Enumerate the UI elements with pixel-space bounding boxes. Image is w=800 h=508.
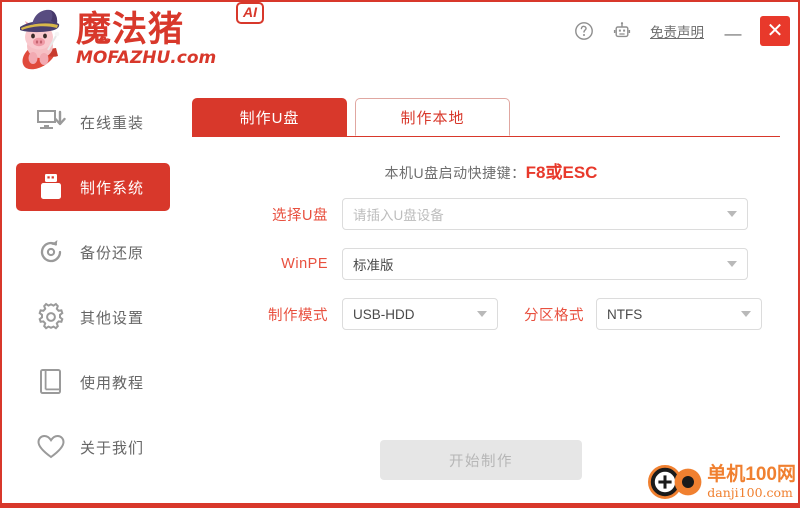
sidebar-item-backup-restore[interactable]: 备份还原 bbox=[16, 228, 170, 276]
minimize-button[interactable]: — bbox=[720, 16, 746, 46]
winpe-select-value: 标准版 bbox=[353, 258, 394, 273]
partition-select-input[interactable]: NTFS bbox=[596, 298, 762, 330]
sidebar: 在线重装 制作系统 备份还原 其他设置 使用教程 关于我们 bbox=[2, 80, 184, 506]
main-panel: 制作U盘 制作本地 本机U盘启动快捷键：F8或ESC 选择U盘 请插入U盘设备 … bbox=[184, 80, 798, 506]
tab-underline-rule bbox=[192, 136, 780, 137]
sidebar-item-label: 使用教程 bbox=[80, 374, 145, 392]
sidebar-item-tutorial[interactable]: 使用教程 bbox=[16, 358, 170, 406]
heart-icon bbox=[34, 430, 68, 464]
brand-text-block: 魔法猪 MOFAZHU.com AI bbox=[76, 2, 264, 68]
sidebar-item-label: 关于我们 bbox=[80, 439, 145, 457]
field-row-usb: 选择U盘 请插入U盘设备 bbox=[256, 198, 748, 230]
disclaimer-link[interactable]: 免责声明 bbox=[648, 21, 706, 41]
chevron-down-icon bbox=[727, 261, 737, 267]
ai-badge: AI bbox=[236, 2, 264, 24]
sidebar-item-label: 备份还原 bbox=[80, 244, 145, 262]
book-icon bbox=[34, 365, 68, 399]
partition-select-label: 分区格式 bbox=[524, 307, 584, 324]
field-row-mode: 制作模式 USB-HDD 分区格式 NTFS bbox=[256, 298, 762, 330]
bottom-accent-rule bbox=[2, 503, 798, 506]
tab-make-usb[interactable]: 制作U盘 bbox=[192, 98, 347, 136]
brand-name-en: MOFAZHU.com bbox=[76, 48, 217, 68]
boot-hotkey-label: 本机U盘启动快捷键： bbox=[384, 165, 526, 181]
download-monitor-icon bbox=[34, 105, 68, 139]
restore-icon bbox=[34, 235, 68, 269]
app-window: 魔法猪 MOFAZHU.com AI 免责声明 — ✕ 在线重装 制作系统 备份… bbox=[0, 0, 800, 508]
sidebar-item-other-settings[interactable]: 其他设置 bbox=[16, 293, 170, 341]
usb-select-input[interactable]: 请插入U盘设备 bbox=[342, 198, 748, 230]
tab-make-local[interactable]: 制作本地 bbox=[355, 98, 510, 136]
field-row-winpe: WinPE 标准版 bbox=[256, 248, 748, 280]
sidebar-item-label: 在线重装 bbox=[80, 114, 145, 132]
chevron-down-icon bbox=[727, 211, 737, 217]
chevron-down-icon bbox=[741, 311, 751, 317]
mode-select-value: USB-HDD bbox=[353, 306, 415, 322]
usb-select-value: 请插入U盘设备 bbox=[353, 208, 444, 223]
start-make-button[interactable]: 开始制作 bbox=[380, 440, 582, 480]
app-logo: 魔法猪 MOFAZHU.com AI bbox=[12, 2, 264, 74]
close-button[interactable]: ✕ bbox=[760, 16, 790, 46]
window-controls: 免责声明 — ✕ bbox=[572, 16, 790, 46]
winpe-select-input[interactable]: 标准版 bbox=[342, 248, 748, 280]
winpe-select-label: WinPE bbox=[281, 256, 328, 272]
sidebar-item-online-reinstall[interactable]: 在线重装 bbox=[16, 98, 170, 146]
partition-select-value: NTFS bbox=[607, 306, 643, 322]
mode-select-label: 制作模式 bbox=[268, 307, 328, 324]
sidebar-item-label: 制作系统 bbox=[80, 179, 145, 197]
mode-select-input[interactable]: USB-HDD bbox=[342, 298, 498, 330]
help-icon[interactable] bbox=[572, 19, 596, 43]
brand-name-cn: 魔法猪 bbox=[76, 10, 185, 50]
robot-assistant-icon[interactable] bbox=[610, 19, 634, 43]
tab-bar: 制作U盘 制作本地 bbox=[192, 98, 510, 136]
boot-hotkey-hint: 本机U盘启动快捷键：F8或ESC bbox=[184, 158, 798, 183]
pig-mascot-icon bbox=[12, 6, 74, 74]
sidebar-item-label: 其他设置 bbox=[80, 309, 145, 327]
usb-drive-icon bbox=[34, 170, 68, 204]
sidebar-item-make-system[interactable]: 制作系统 bbox=[16, 163, 170, 211]
usb-select-label: 选择U盘 bbox=[272, 207, 328, 224]
boot-hotkey-value: F8或ESC bbox=[525, 163, 598, 182]
chevron-down-icon bbox=[477, 311, 487, 317]
title-bar: 魔法猪 MOFAZHU.com AI 免责声明 — ✕ bbox=[2, 2, 798, 80]
gear-icon bbox=[34, 300, 68, 334]
sidebar-item-about-us[interactable]: 关于我们 bbox=[16, 423, 170, 471]
